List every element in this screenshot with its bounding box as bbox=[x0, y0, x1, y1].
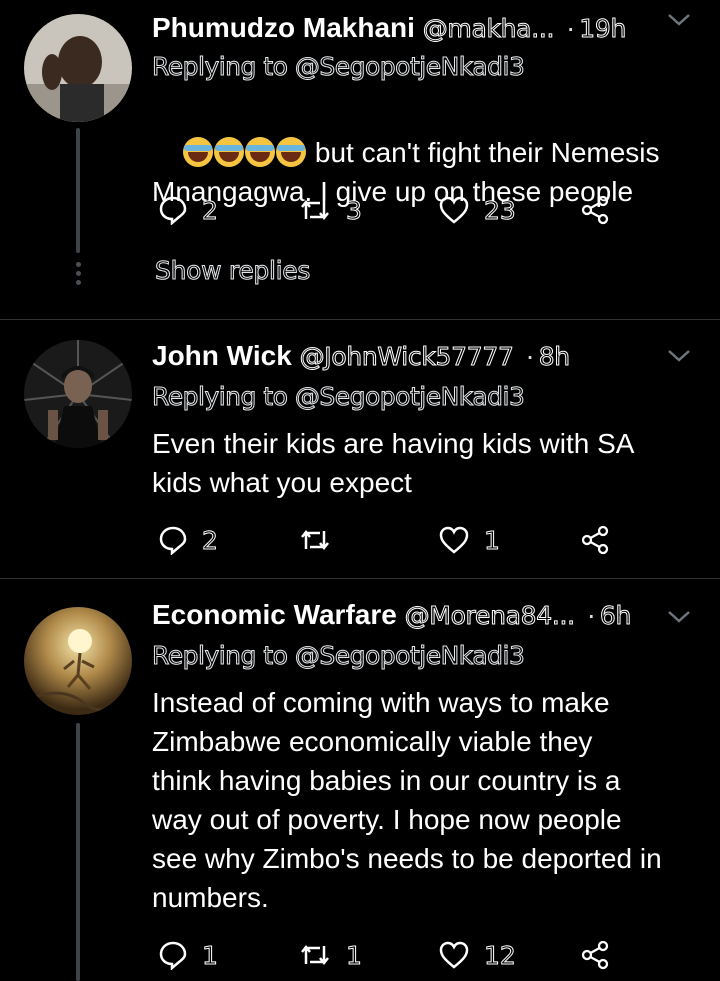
tweet-actions: 1 1 12 bbox=[152, 935, 672, 975]
tweet-header: John Wick @JohnWick57777 · 8h bbox=[152, 340, 571, 372]
share-icon bbox=[581, 940, 609, 970]
display-name[interactable]: John Wick bbox=[152, 340, 292, 371]
tweet-actions: 2 3 23 bbox=[152, 190, 672, 230]
username[interactable]: @Morena84... bbox=[404, 601, 576, 631]
chevron-down-icon[interactable] bbox=[666, 607, 692, 627]
avatar[interactable] bbox=[24, 340, 132, 448]
retweet-button[interactable] bbox=[298, 520, 346, 560]
tweet-text: Instead of coming with ways to make Zimb… bbox=[152, 687, 662, 913]
tweet-actions: 2 1 bbox=[152, 520, 672, 560]
retweet-icon bbox=[301, 944, 329, 966]
reply-icon bbox=[159, 196, 187, 225]
share-button[interactable] bbox=[580, 935, 610, 975]
reply-button[interactable]: 2 bbox=[158, 190, 218, 230]
thread-line bbox=[76, 723, 80, 981]
laughing-emoji-icon bbox=[183, 137, 307, 168]
like-button[interactable]: 23 bbox=[438, 190, 516, 230]
heart-icon bbox=[439, 196, 469, 224]
chevron-down-icon[interactable] bbox=[666, 346, 692, 366]
like-button[interactable]: 12 bbox=[438, 935, 516, 975]
display-name[interactable]: Economic Warfare bbox=[152, 599, 397, 630]
share-button[interactable] bbox=[580, 520, 610, 560]
replying-to[interactable]: Replying to @SegopotjeNkadi3 bbox=[151, 382, 525, 412]
username[interactable]: @makha... bbox=[422, 14, 555, 44]
heart-icon bbox=[439, 526, 469, 554]
replying-to[interactable]: Replying to @SegopotjeNkadi3 bbox=[151, 52, 525, 82]
like-button[interactable]: 1 bbox=[438, 520, 500, 560]
retweet-icon bbox=[301, 529, 329, 551]
reply-icon bbox=[159, 526, 187, 555]
thread-dots bbox=[74, 262, 82, 289]
share-button[interactable] bbox=[580, 190, 610, 230]
username[interactable]: @JohnWick57777 bbox=[299, 342, 514, 372]
tweet-1[interactable]: Phumudzo Makhani @makha... · 19h Replying… bbox=[0, 0, 720, 320]
reply-icon bbox=[159, 941, 187, 970]
tweet-text: Even their kids are having kids with SA … bbox=[152, 428, 635, 498]
share-icon bbox=[581, 195, 609, 225]
timestamp[interactable]: 6h bbox=[599, 601, 631, 631]
reply-button[interactable]: 2 bbox=[158, 520, 218, 560]
share-icon bbox=[581, 525, 609, 555]
show-replies-link[interactable]: Show replies bbox=[154, 256, 310, 286]
tweet-3[interactable]: Economic Warfare @Morena84... · 6h Replyi… bbox=[0, 579, 720, 981]
thread-line bbox=[76, 128, 80, 253]
reply-button[interactable]: 1 bbox=[158, 935, 218, 975]
timestamp[interactable]: 8h bbox=[538, 342, 570, 372]
tweet-header: Economic Warfare @Morena84... · 6h bbox=[152, 599, 632, 631]
timestamp[interactable]: 19h bbox=[579, 14, 627, 44]
display-name[interactable]: Phumudzo Makhani bbox=[152, 12, 415, 43]
replying-to[interactable]: Replying to @SegopotjeNkadi3 bbox=[151, 641, 525, 671]
avatar[interactable] bbox=[24, 14, 132, 122]
tweet-2[interactable]: John Wick @JohnWick57777 · 8h Replying to… bbox=[0, 320, 720, 578]
heart-icon bbox=[439, 941, 469, 969]
tweet-header: Phumudzo Makhani @makha... · 19h bbox=[152, 12, 627, 44]
retweet-button[interactable]: 3 bbox=[298, 190, 362, 230]
retweet-icon bbox=[301, 199, 329, 221]
retweet-button[interactable]: 1 bbox=[298, 935, 362, 975]
chevron-down-icon[interactable] bbox=[666, 10, 692, 30]
avatar[interactable] bbox=[24, 607, 132, 715]
